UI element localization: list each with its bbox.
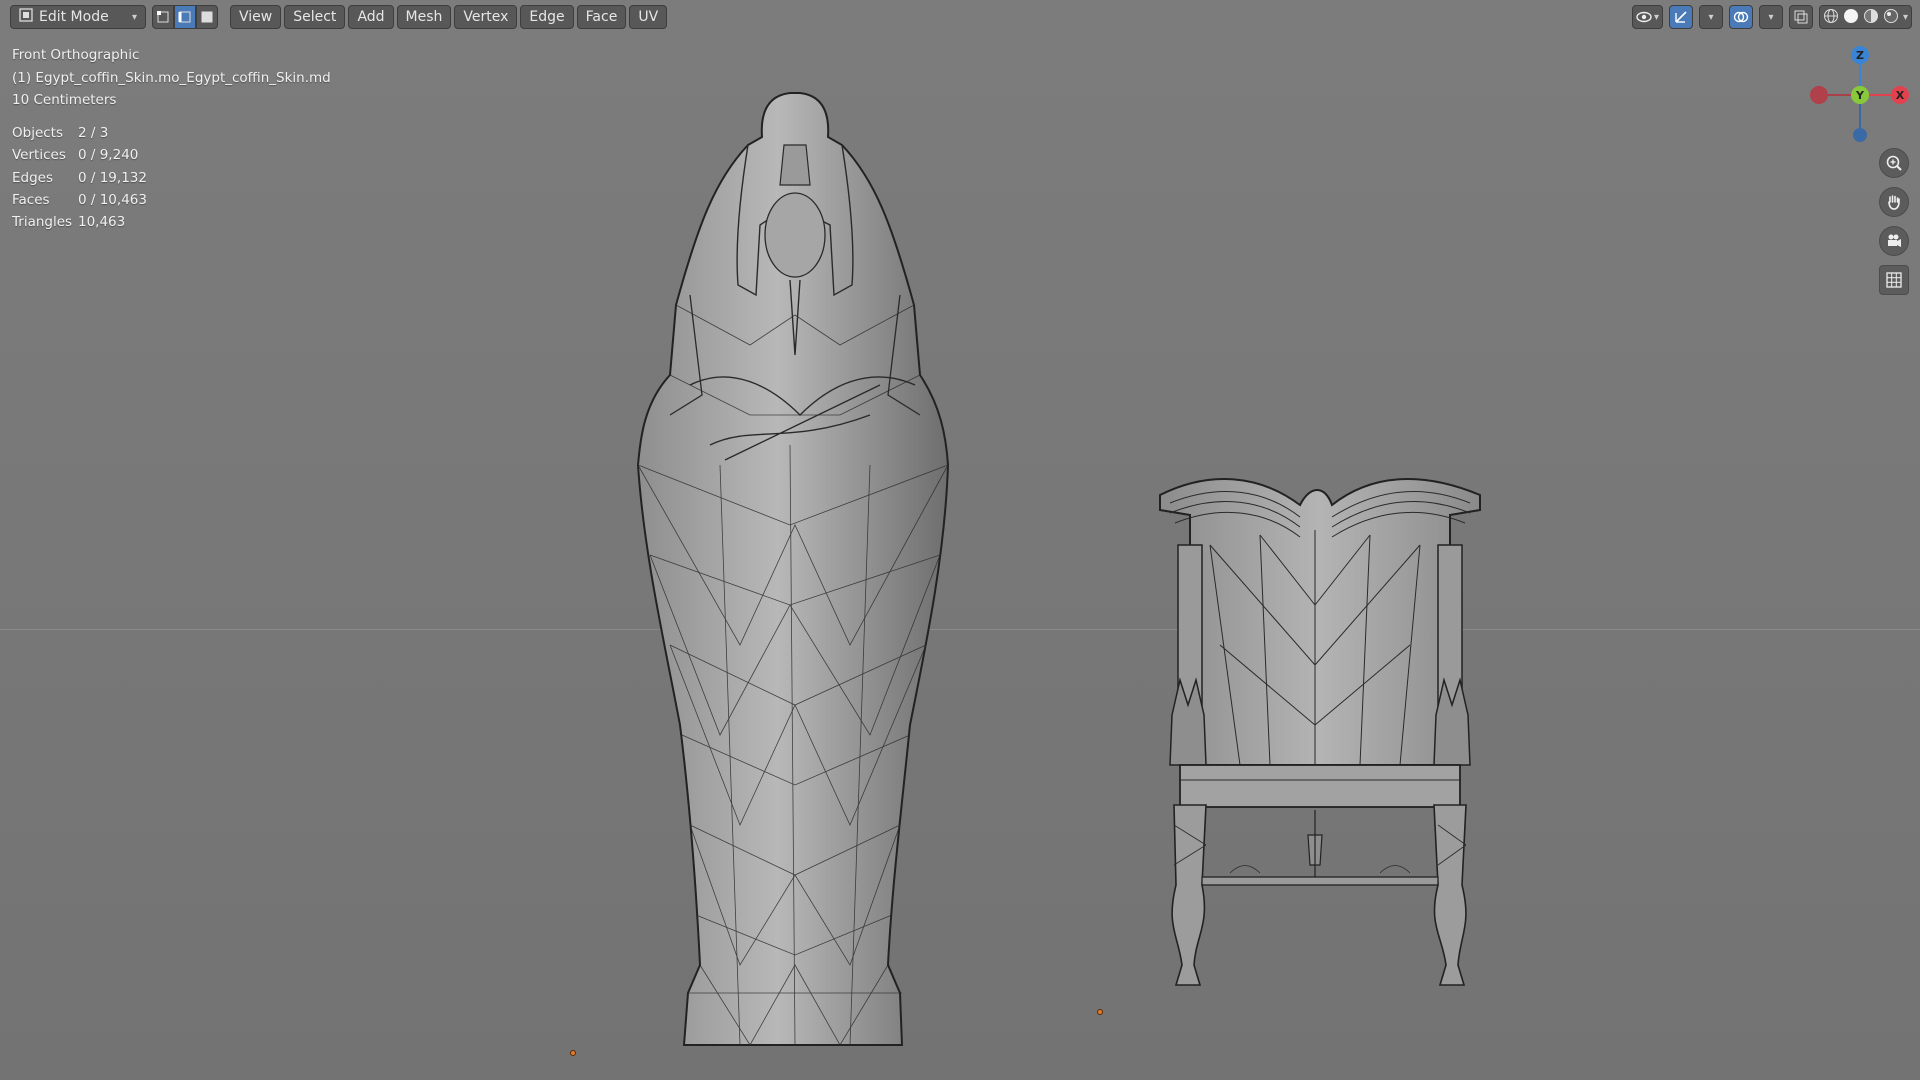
overlay-dropdown[interactable]: ▾: [1758, 5, 1783, 29]
stat-value: 0 / 10,463: [78, 191, 147, 208]
object-name: (1) Egypt_coffin_Skin.mo_Egypt_coffin_Sk…: [12, 69, 331, 86]
menu-vertex[interactable]: Vertex: [454, 5, 518, 29]
scene-statistics: Objects 2 / 3 Vertices 0 / 9,240 Edges 0 / …: [12, 122, 147, 233]
pan-hand-icon[interactable]: [1879, 187, 1909, 217]
gizmo-icon[interactable]: [1668, 5, 1693, 29]
stat-label: Triangles: [12, 214, 73, 231]
view-name: Front Orthographic: [12, 47, 140, 63]
header-right-tools: ▾ ▾ ▾ ▾: [1631, 5, 1912, 29]
menu-select[interactable]: Select: [284, 5, 346, 29]
vertex-select-icon[interactable]: [152, 5, 174, 29]
object-origin[interactable]: [570, 1050, 576, 1056]
mode-select[interactable]: Edit Mode ▾: [10, 5, 146, 29]
stat-value: 10,463: [78, 214, 126, 231]
select-mode-group: [152, 5, 218, 29]
ortho-grid-icon[interactable]: [1879, 265, 1909, 295]
stat-label: Objects: [12, 125, 64, 141]
stat-row: Faces 0 / 10,463: [12, 189, 147, 211]
menu-uv[interactable]: UV: [629, 5, 668, 29]
navigation-gizmo[interactable]: Z Y X: [1808, 44, 1909, 144]
viewport-nav-tools: [1879, 148, 1909, 295]
3d-viewport[interactable]: Edit Mode ▾ View Select Add Mesh Vertex …: [0, 0, 1920, 1080]
shading-group: ▾: [1818, 5, 1912, 29]
menu-mesh[interactable]: Mesh: [396, 5, 452, 29]
object-origin[interactable]: [1097, 1009, 1103, 1015]
stat-label: Faces: [12, 191, 50, 208]
stat-value: 2 / 3: [78, 125, 109, 141]
menu-view[interactable]: View: [230, 5, 282, 29]
menu-edge[interactable]: Edge: [520, 5, 574, 29]
visibility-icon[interactable]: ▾: [1631, 5, 1663, 29]
camera-icon[interactable]: [1879, 226, 1909, 256]
chevron-down-icon: ▾: [1768, 11, 1774, 23]
gizmo-dropdown[interactable]: ▾: [1698, 5, 1723, 29]
chevron-down-icon: ▾: [1653, 11, 1659, 23]
zoom-icon[interactable]: [1879, 148, 1909, 178]
menu-face[interactable]: Face: [576, 5, 627, 29]
menu-add[interactable]: Add: [348, 5, 394, 29]
stat-row: Vertices 0 / 9,240: [12, 144, 147, 166]
grid-scale: 10 Centimeters: [12, 92, 117, 108]
stat-label: Edges: [12, 169, 54, 186]
throne-chair-mesh[interactable]: [1150, 465, 1490, 995]
material-shading-icon[interactable]: [1863, 8, 1879, 27]
edge-select-icon[interactable]: [174, 5, 196, 29]
chevron-down-icon: ▾: [1902, 11, 1908, 23]
chevron-down-icon: ▾: [1708, 11, 1714, 23]
stat-row: Objects 2 / 3: [12, 122, 147, 144]
stat-label: Vertices: [12, 147, 66, 164]
rendered-shading-icon[interactable]: [1883, 8, 1899, 27]
gizmo-z-axis[interactable]: Z: [1851, 46, 1869, 64]
mode-icon: [19, 8, 33, 26]
sarcophagus-mesh[interactable]: [630, 85, 970, 1075]
mode-select-label: Edit Mode: [39, 9, 109, 25]
gizmo-y-axis[interactable]: Y: [1851, 86, 1869, 104]
face-select-icon[interactable]: [196, 5, 218, 29]
stat-row: Edges 0 / 19,132: [12, 167, 147, 189]
solid-shading-icon[interactable]: [1843, 8, 1859, 27]
overlay-icon[interactable]: [1728, 5, 1753, 29]
stat-row: Triangles 10,463: [12, 211, 147, 233]
header-menus: View Select Add Mesh Vertex Edge Face UV: [230, 5, 668, 29]
chevron-down-icon: ▾: [131, 11, 137, 23]
wireframe-shading-icon[interactable]: [1823, 8, 1839, 27]
stat-value: 0 / 9,240: [78, 147, 139, 164]
viewport-info: Front Orthographic (1) Egypt_coffin_Skin…: [12, 44, 331, 112]
stat-value: 0 / 19,132: [78, 169, 147, 186]
xray-icon[interactable]: [1788, 5, 1813, 29]
gizmo-neg-x-axis[interactable]: [1810, 86, 1828, 104]
gizmo-x-axis[interactable]: X: [1891, 86, 1909, 104]
gizmo-neg-z-axis[interactable]: [1853, 128, 1867, 142]
